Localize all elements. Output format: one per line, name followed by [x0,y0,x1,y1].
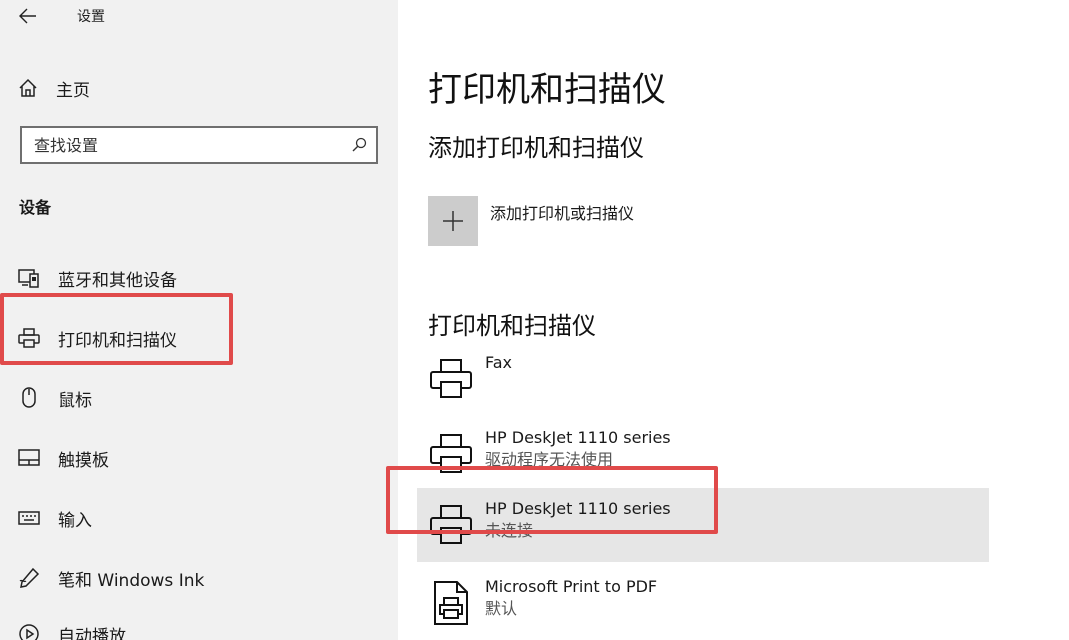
add-printer-label: 添加打印机或扫描仪 [490,204,635,223]
sidebar-item-printers[interactable]: 打印机和扫描仪 [0,316,398,360]
device-status: 未连接 [485,521,534,540]
device-item-fax[interactable]: Fax [417,342,989,416]
back-arrow-icon [19,8,36,24]
touchpad-icon [0,449,58,467]
printer-icon [417,488,485,562]
main-content: 打印机和扫描仪 添加打印机和扫描仪 添加打印机或扫描仪 打印机和扫描仪 Fax [398,0,1069,640]
search-box[interactable] [20,126,378,164]
search-icon[interactable] [342,128,376,162]
device-name: HP DeskJet 1110 series [485,428,671,447]
sidebar-item-mouse[interactable]: 鼠标 [0,376,398,420]
device-status: 默认 [485,599,518,618]
device-status: 驱动程序无法使用 [485,450,614,469]
home-label: 主页 [56,80,90,101]
add-printer-button[interactable]: 添加打印机或扫描仪 [428,196,634,248]
sidebar-item-label: 输入 [58,510,92,531]
device-name: Fax [485,353,513,372]
section-header-devices: 设备 [19,198,52,217]
sidebar-item-bluetooth[interactable]: 蓝牙和其他设备 [0,256,398,300]
printer-icon [0,328,58,348]
sidebar-item-pen[interactable]: 笔和 Windows Ink [0,556,398,600]
sidebar-item-label: 打印机和扫描仪 [58,330,177,351]
sidebar-item-label: 鼠标 [58,390,92,411]
search-input[interactable] [22,128,342,162]
home-icon [19,78,37,97]
add-tile [428,196,478,246]
bluetooth-devices-icon [0,268,58,288]
sidebar-item-typing[interactable]: 输入 [0,496,398,540]
sidebar-item-autoplay[interactable]: 自动播放 [0,612,398,640]
mouse-icon [0,387,58,409]
list-section-title: 打印机和扫描仪 [428,312,596,340]
plus-icon [443,211,463,231]
sidebar-item-label: 蓝牙和其他设备 [58,270,177,291]
device-name: Microsoft Print to PDF [485,577,658,596]
device-item-hp-2[interactable]: HP DeskJet 1110 series 未连接 [417,488,989,562]
pen-icon [0,567,58,589]
printer-icon [417,417,485,491]
sidebar-item-home[interactable]: 主页 [18,72,378,104]
sidebar-item-touchpad[interactable]: 触摸板 [0,436,398,480]
device-item-pdf[interactable]: Microsoft Print to PDF 默认 [417,566,989,640]
back-button[interactable] [12,2,44,30]
sidebar: 设置 主页 设备 蓝牙和其他设备 [0,0,398,640]
pdf-printer-icon [417,566,485,640]
page-title: 打印机和扫描仪 [428,70,666,110]
add-section-title: 添加打印机和扫描仪 [428,134,644,162]
sidebar-item-label: 笔和 Windows Ink [58,570,205,591]
window-title: 设置 [77,9,105,25]
device-item-hp-1[interactable]: HP DeskJet 1110 series 驱动程序无法使用 [417,417,989,491]
sidebar-item-label: 触摸板 [58,450,109,471]
printer-icon [417,342,485,416]
sidebar-item-label: 自动播放 [58,626,126,640]
autoplay-icon [0,623,58,640]
keyboard-icon [0,511,58,525]
device-name: HP DeskJet 1110 series [485,499,671,518]
